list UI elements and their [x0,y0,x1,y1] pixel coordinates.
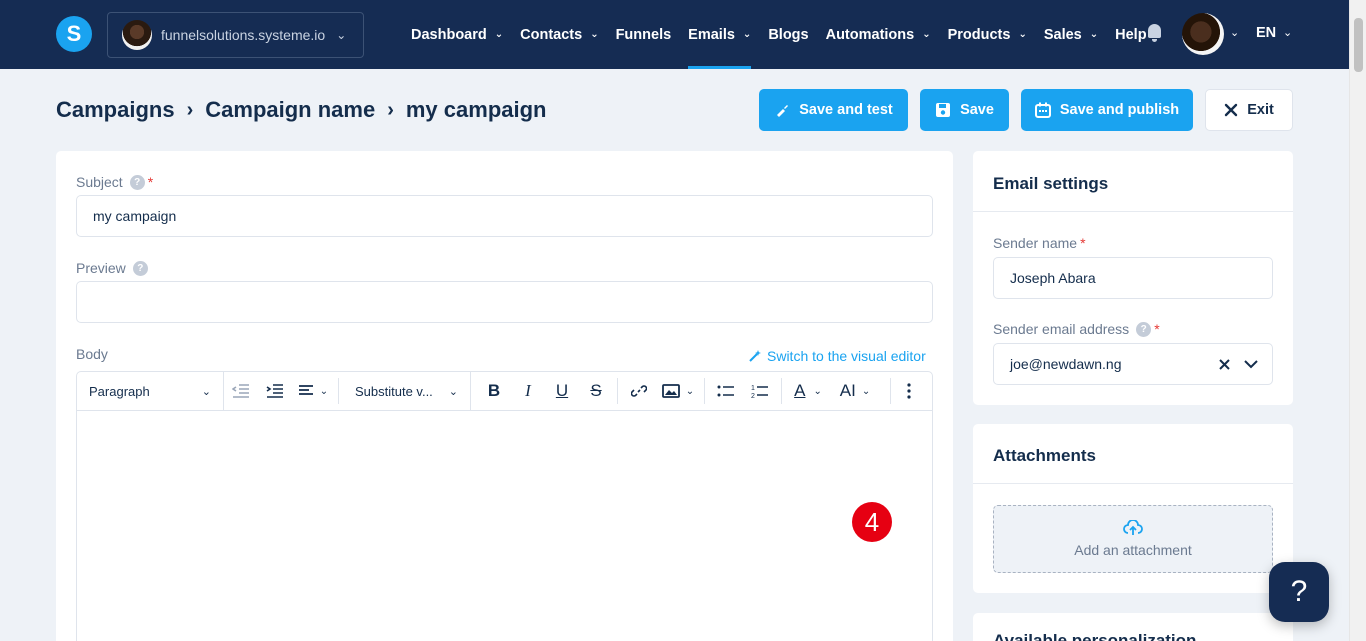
help-icon[interactable]: ? [132,260,148,276]
user-avatar[interactable] [1182,13,1224,55]
attachments-title: Attachments [993,446,1096,465]
sender-email-select[interactable]: joe@newdawn.ng [993,343,1273,385]
save-and-test-button[interactable]: Save and test [759,89,908,131]
paragraph-format-select[interactable]: Paragraph ⌄ [77,372,224,410]
nav-products[interactable]: Products ⌄ [948,0,1027,69]
indent-icon[interactable] [258,372,292,410]
subject-input[interactable]: my campaign [76,195,933,237]
exit-button[interactable]: Exit [1205,89,1293,131]
brush-icon [774,102,790,118]
subject-label: Subject? * [76,174,154,190]
nav-emails[interactable]: Emails ⌄ [688,0,752,69]
preview-input[interactable] [76,281,933,323]
email-body-editor[interactable] [76,410,933,641]
sender-name-input[interactable]: Joseph Abara [993,257,1273,299]
top-navbar: S funnelsolutions.systeme.io ⌄ Dashboard… [0,0,1349,69]
svg-text:1: 1 [751,385,755,392]
breadcrumb-current: my campaign [405,97,547,122]
magic-wand-icon [748,349,762,363]
body-label: Body [76,346,108,362]
email-editor-card: Subject? * my campaign Preview? Body Swit… [56,151,953,641]
workspace-switcher[interactable]: funnelsolutions.systeme.io ⌄ [107,12,364,58]
font-size-button[interactable]: AI ⌄ [830,372,880,410]
switch-visual-editor-link[interactable]: Switch to the visual editor [748,348,926,364]
help-icon[interactable]: ? [1136,321,1152,337]
add-attachment-dropzone[interactable]: Add an attachment [993,505,1273,573]
sender-name-label: Sender name * [993,235,1086,251]
italic-button[interactable]: I [511,372,545,410]
cloud-upload-icon [1123,520,1143,536]
help-chat-button[interactable]: ? [1269,562,1329,622]
scrollbar-thumb[interactable] [1354,18,1363,72]
nav-contacts[interactable]: Contacts ⌄ [520,0,598,69]
close-icon [1224,103,1238,117]
save-button[interactable]: Save [920,89,1009,131]
chevron-down-icon: ⌄ [1089,29,1099,40]
chevron-down-icon[interactable] [1244,359,1258,369]
underline-button[interactable]: U [545,372,579,410]
editor-toolbar: Paragraph ⌄ ⌄ Substitute v... ⌄ B I U S … [76,371,933,411]
available-personalization-title: Available personalization [993,631,1197,641]
systeme-logo[interactable]: S [56,16,92,52]
nav-funnels[interactable]: Funnels [616,0,672,69]
nav-dashboard[interactable]: Dashboard ⌄ [411,0,503,69]
text-color-button[interactable]: A ⌄ [786,372,830,410]
align-left-icon[interactable]: ⌄ [292,372,334,410]
chevron-down-icon: ⌄ [448,385,458,398]
chevron-right-icon: › [186,98,194,121]
step-number-badge: 4 [852,502,892,542]
email-settings-card: Email settings Sender name * Joseph Abara… [973,151,1293,405]
breadcrumb-campaign-name[interactable]: Campaign name [205,97,375,123]
notification-bell-icon[interactable] [1146,24,1163,43]
breadcrumb: Campaigns › Campaign name › my campaign [56,97,546,123]
available-personalization-card: Available personalization [973,613,1293,641]
preview-label: Preview? [76,260,148,276]
page-scrollbar[interactable] [1349,0,1366,641]
nav-automations[interactable]: Automations ⌄ [826,0,931,69]
calendar-icon [1034,102,1051,118]
more-options-icon[interactable] [895,372,923,410]
floppy-disk-icon [935,102,951,118]
workspace-avatar [122,20,152,50]
image-icon[interactable]: ⌄ [656,372,700,410]
help-icon[interactable]: ? [129,174,145,190]
chevron-down-icon[interactable]: ⌄ [1283,26,1292,39]
substitute-variable-select[interactable]: Substitute v... ⌄ [343,372,471,410]
nav-sales[interactable]: Sales ⌄ [1044,0,1098,69]
link-icon[interactable] [622,372,656,410]
nav-help[interactable]: Help [1115,0,1146,69]
outdent-icon[interactable] [224,372,258,410]
chevron-down-icon: ⌄ [201,385,211,398]
nav-blogs[interactable]: Blogs [768,0,808,69]
main-nav: Dashboard ⌄ Contacts ⌄ Funnels Emails ⌄ Blo… [411,0,1164,69]
email-settings-title: Email settings [993,174,1109,193]
chevron-down-icon: ⌄ [922,29,931,40]
strikethrough-button[interactable]: S [579,372,613,410]
language-selector[interactable]: EN [1256,25,1276,41]
chevron-down-icon: ⌄ [494,29,504,40]
chevron-down-icon[interactable]: ⌄ [1230,26,1239,39]
breadcrumb-campaigns[interactable]: Campaigns [56,97,175,123]
chevron-down-icon: ⌄ [1018,29,1027,40]
chevron-down-icon: ⌄ [742,29,752,40]
chevron-down-icon: ⌄ [336,28,347,42]
bullet-list-icon[interactable] [709,372,743,410]
numbered-list-icon[interactable]: 12 [743,372,777,410]
chevron-right-icon: › [387,98,394,121]
save-and-publish-button[interactable]: Save and publish [1021,89,1193,131]
workspace-name: funnelsolutions.systeme.io [161,27,326,43]
chevron-down-icon: ⌄ [590,29,599,40]
bold-button[interactable]: B [477,372,511,410]
clear-icon[interactable] [1219,358,1230,370]
sender-email-label: Sender email address? * [993,321,1160,337]
svg-text:2: 2 [751,393,755,399]
attachments-card: Attachments Add an attachment [973,424,1293,593]
